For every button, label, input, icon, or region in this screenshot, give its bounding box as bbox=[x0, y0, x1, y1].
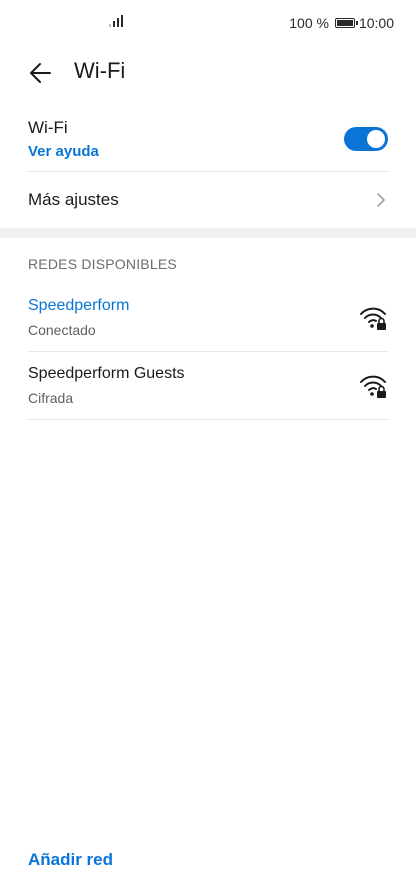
app-bar: Wi-Fi bbox=[0, 52, 416, 92]
wifi-toggle[interactable] bbox=[344, 127, 388, 151]
more-settings-label: Más ajustes bbox=[28, 190, 119, 209]
page-title: Wi-Fi bbox=[74, 58, 126, 83]
network-status: Cifrada bbox=[28, 390, 74, 406]
back-arrow-icon[interactable] bbox=[28, 60, 54, 86]
network-name: Speedperform bbox=[28, 297, 130, 314]
toggle-knob bbox=[367, 130, 385, 148]
chevron-right-icon bbox=[377, 193, 385, 207]
network-name: Speedperform Guests bbox=[28, 365, 185, 382]
battery-icon bbox=[334, 18, 358, 28]
wifi-label: Wi-Fi bbox=[28, 118, 68, 137]
status-right: 100 % 10:00 bbox=[289, 15, 394, 31]
wifi-locked-icon bbox=[360, 375, 386, 398]
network-status: Conectado bbox=[28, 322, 96, 338]
available-networks-header: REDES DISPONIBLES bbox=[28, 256, 177, 272]
network-item-speedperform-guests[interactable]: Speedperform Guests Cifrada bbox=[28, 352, 388, 420]
help-link[interactable]: Ver ayuda bbox=[28, 143, 99, 160]
section-divider bbox=[0, 228, 416, 238]
battery-percent: 100 % bbox=[289, 15, 329, 31]
add-network-button[interactable]: Añadir red bbox=[28, 850, 113, 870]
network-item-speedperform[interactable]: Speedperform Conectado bbox=[28, 284, 388, 352]
signal-strength-icon bbox=[109, 15, 123, 27]
more-settings-row[interactable]: Más ajustes bbox=[28, 172, 388, 228]
status-bar: 100 % 10:00 bbox=[0, 0, 416, 48]
wifi-toggle-row[interactable]: Wi-Fi Ver ayuda bbox=[28, 116, 388, 172]
clock: 10:00 bbox=[358, 15, 394, 31]
wifi-locked-icon bbox=[360, 307, 386, 330]
